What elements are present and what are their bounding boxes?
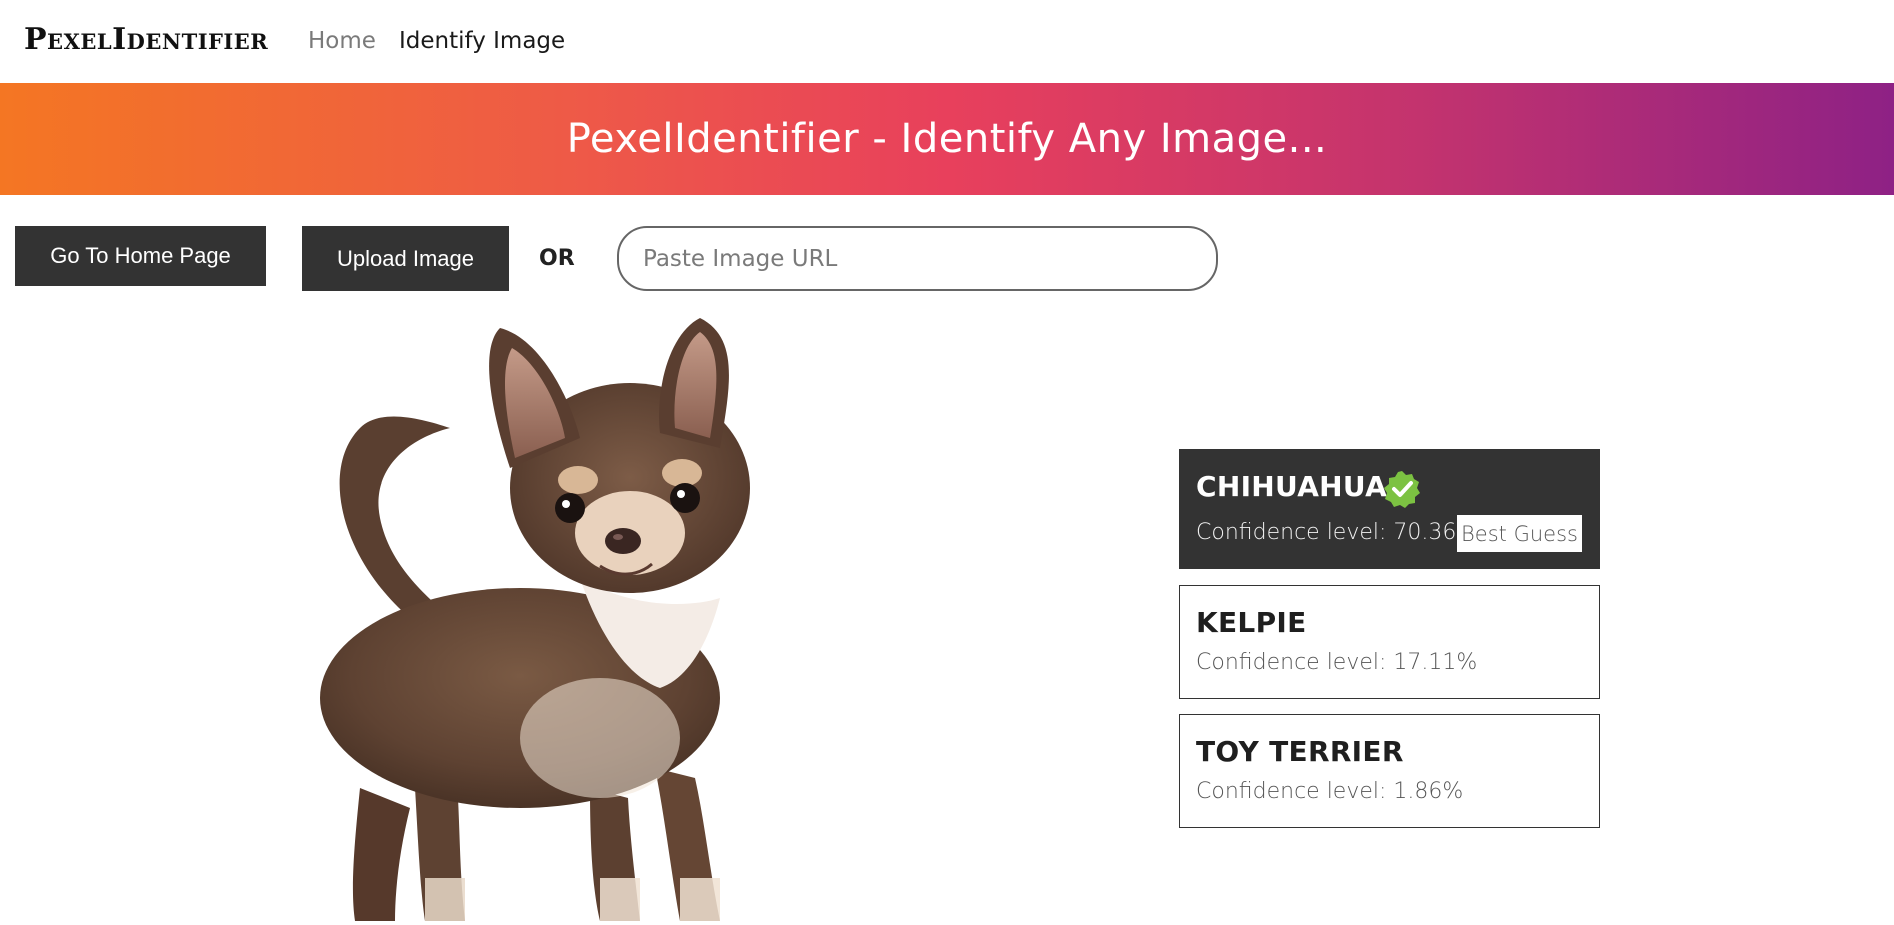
uploaded-image-preview <box>300 318 800 921</box>
hero-title: PexelIdentifier - Identify Any Image... <box>566 116 1328 162</box>
image-url-input[interactable] <box>617 226 1218 291</box>
nav-link-home[interactable]: Home <box>308 28 376 54</box>
nav-link-identify-image[interactable]: Identify Image <box>399 28 565 54</box>
go-home-button[interactable]: Go To Home Page <box>15 226 266 286</box>
top-navbar: PexelIdentifier Home Identify Image <box>0 0 1894 83</box>
result-card[interactable]: TOY TERRIER Confidence level: 1.86% <box>1179 714 1600 828</box>
result-card-best[interactable]: CHIHUAHUA Confidence level: 70.36% Best … <box>1179 449 1600 569</box>
result-label: KELPIE <box>1196 606 1307 639</box>
brand-logo[interactable]: PexelIdentifier <box>24 22 268 57</box>
best-guess-badge: Best Guess <box>1457 515 1582 552</box>
result-card[interactable]: KELPIE Confidence level: 17.11% <box>1179 585 1600 699</box>
verified-check-icon <box>1384 471 1420 508</box>
chihuahua-image <box>320 318 750 921</box>
confidence-level: Confidence level: 1.86% <box>1196 779 1464 804</box>
result-label: TOY TERRIER <box>1196 735 1404 768</box>
confidence-level: Confidence level: 70.36% <box>1196 520 1478 545</box>
or-separator: OR <box>539 246 575 271</box>
result-label: CHIHUAHUA <box>1196 470 1388 503</box>
upload-image-button[interactable]: Upload Image <box>302 226 509 291</box>
confidence-level: Confidence level: 17.11% <box>1196 650 1478 675</box>
hero-banner: PexelIdentifier - Identify Any Image... <box>0 83 1894 195</box>
